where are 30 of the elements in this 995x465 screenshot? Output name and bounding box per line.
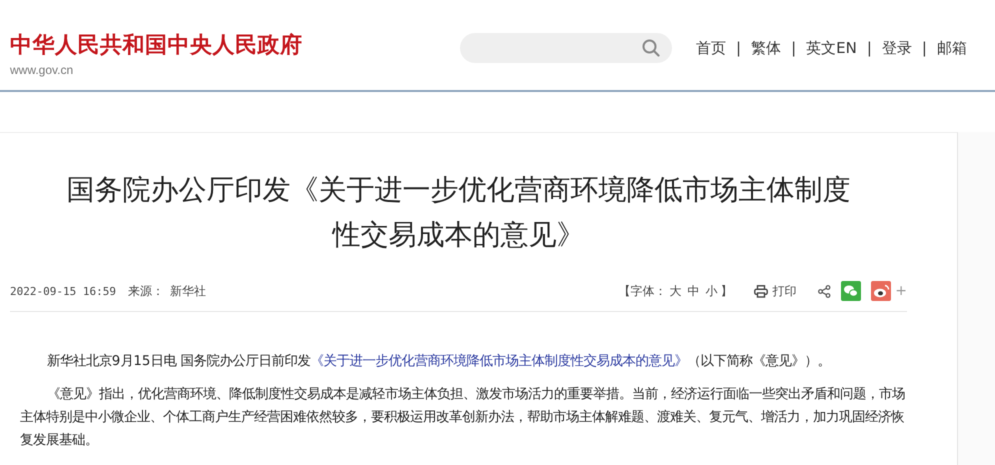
font-size-label: 【字体： xyxy=(618,282,666,300)
font-size-bracket: 】 xyxy=(720,282,732,300)
chat-bubbles-icon[interactable] xyxy=(841,281,862,301)
article-title: 国务院办公厅印发《关于进一步优化营商环境降低市场主体制度性交易成本的意见》 xyxy=(66,172,852,253)
nav-separator: | xyxy=(791,39,796,58)
share-icon[interactable] xyxy=(818,284,832,298)
nav-separator: | xyxy=(736,39,742,58)
printer-icon xyxy=(754,284,768,298)
nav-link[interactable]: 英文EN xyxy=(806,39,857,58)
source-label: 来源： xyxy=(128,282,164,300)
source-name: 新华社 xyxy=(170,282,206,300)
font-size-link[interactable]: 小 xyxy=(705,282,718,300)
search-icon[interactable] xyxy=(642,39,660,57)
nav-link[interactable]: 繁体 xyxy=(751,39,782,58)
nav-link[interactable]: 首页 xyxy=(696,39,726,58)
nav-separator: | xyxy=(866,39,872,58)
eye-logo-icon[interactable] xyxy=(871,281,892,301)
site-name[interactable]: 中华人民共和国中央人民政府 xyxy=(10,30,460,60)
font-size-link[interactable]: 中 xyxy=(687,282,700,300)
site-domain: www.gov.cn xyxy=(10,63,74,77)
search-field[interactable] xyxy=(460,33,672,63)
font-size-link[interactable]: 大 xyxy=(669,282,682,300)
article-paragraph: 新华社北京9月15日电 国务院办公厅日前印发《关于进一步优化营商环境降低市场主体制度性交易成本的意见》（以下简称《意见》）。 xyxy=(46,352,832,371)
print-link[interactable]: 打印 xyxy=(754,282,796,300)
article-paragraph: 《意见》指出，优化营商环境、降低制度性交易成本是减轻市场主体负担、激发市场活力的重要举措。当前，经济运行面临一些突出矛盾和问题，市场主体特别是中小微企业、个体工商户生产经营困难依然较多，要积极运用改革创新办法，帮助市场主体解难题、渡难关、复元气、增活力，加力巩固经济恢复发展基础。 xyxy=(19,386,906,450)
nav-link[interactable]: 邮箱 xyxy=(936,39,967,58)
nav-separator: | xyxy=(922,39,927,58)
document-link[interactable]: 《关于进一步优化营商环境降低市场主体制度性交易成本的意见》 xyxy=(310,354,688,369)
publish-date: 2022-09-15 16:59 xyxy=(10,284,116,298)
nav-link[interactable]: 登录 xyxy=(882,39,912,58)
